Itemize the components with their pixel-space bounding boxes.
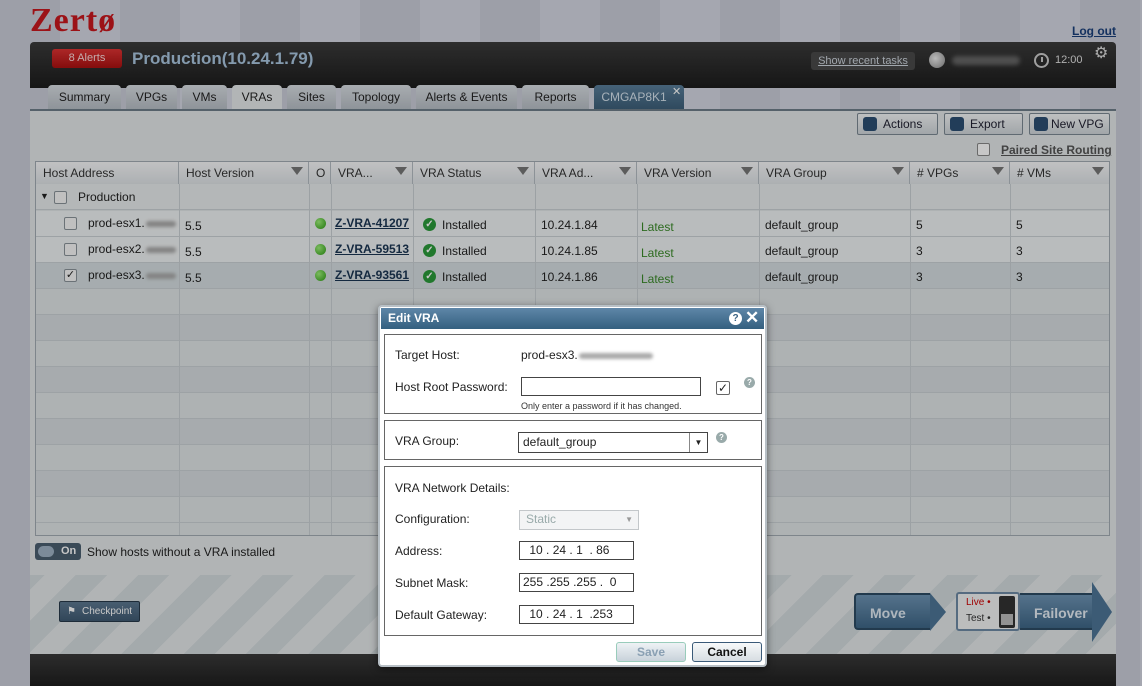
password-field[interactable] [521,377,701,396]
configuration-select[interactable]: Static ▼ [519,510,639,530]
vra-group-label: VRA Group: [395,434,460,448]
password-hint: Only enter a password if it has changed. [521,401,682,411]
octet: 255 [549,575,570,589]
target-host-value: prod-esx3. [521,348,653,362]
help-icon[interactable]: ? [716,432,727,443]
gateway-field[interactable]: 10 . 24 . 1 .253 [519,605,634,624]
octet: 255 [523,575,544,589]
configuration-value: Static [526,512,557,526]
octet: 255 [576,575,597,589]
save-button[interactable]: Save [616,642,686,662]
vra-group-value: default_group [523,435,597,449]
vra-group-select[interactable]: default_group ▼ [518,432,708,453]
octet: 24 [552,607,567,621]
address-label: Address: [395,544,443,558]
gateway-label: Default Gateway: [395,608,488,622]
password-checkbox[interactable]: ✓ [716,381,730,395]
close-icon[interactable]: ✕ [745,308,759,328]
network-details-title: VRA Network Details: [395,481,510,495]
dialog-title: Edit VRA [381,308,764,329]
octet: 10 [529,607,543,621]
password-label: Host Root Password: [395,380,508,394]
help-icon[interactable]: ? [744,377,755,388]
address-field[interactable]: 10 . 24 . 1 . 86 [519,541,634,560]
octet: 0 [609,575,617,589]
subnet-field[interactable]: 255 .255 .255 . 0 [519,573,634,592]
octet: 1 [576,607,583,621]
octet: 1 [576,543,583,557]
target-host-name: prod-esx3. [521,348,578,362]
configuration-label: Configuration: [395,512,470,526]
octet: 24 [552,543,567,557]
cancel-button[interactable]: Cancel [692,642,762,662]
octet: 253 [592,607,613,621]
chevron-down-icon[interactable]: ▼ [689,433,707,452]
help-icon[interactable]: ? [729,312,742,325]
octet: 10 [529,543,543,557]
blurred-domain [578,352,653,359]
chevron-down-icon: ▼ [625,515,633,524]
subnet-label: Subnet Mask: [395,576,469,590]
target-host-label: Target Host: [395,348,460,362]
octet: 86 [596,543,610,557]
